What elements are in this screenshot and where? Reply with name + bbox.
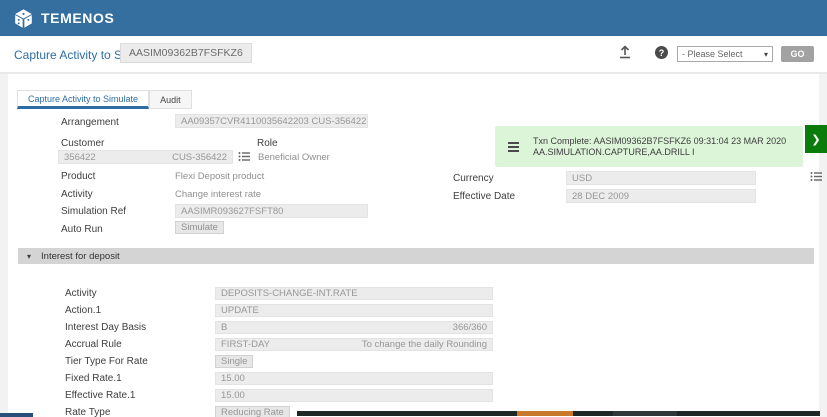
collapse-caret-icon: ▾ [27,252,31,261]
toast-line1: Txn Complete: AASIM09362B7FSFKZ6 09:31:0… [533,136,786,147]
help-icon[interactable]: ? [655,46,668,59]
context-select-value: - Please Select [682,49,743,59]
field-label: Fixed Rate.1 [65,373,122,384]
role-value: Beneficial Owner [258,152,330,163]
currency-lookup-list-icon[interactable] [810,171,822,182]
field-input[interactable]: 15.00 [215,389,493,402]
brand-name: TEMENOS [41,10,114,26]
background-window-strip [297,411,820,416]
effective-date-field[interactable]: 28 DEC 2009 [566,189,756,203]
field-value: B [221,322,227,333]
field-input[interactable]: UPDATE [215,304,493,317]
record-id-badge: AASIM09362B7FSFKZ6 [120,43,252,63]
simulation-ref-field[interactable]: AASIMR093627FSFT80 [175,204,368,218]
currency-value: USD [572,173,592,184]
field-value: 15.00 [221,373,245,384]
brand: TEMENOS [13,8,114,29]
field-value: UPDATE [221,305,259,316]
field-label: Action.1 [65,305,101,316]
field-input[interactable]: FIRST-DAY To change the daily Rounding [215,338,493,351]
activity-label: Activity [61,189,93,200]
upload-icon[interactable] [618,45,632,59]
context-select[interactable]: - Please Select ▾ [677,46,773,62]
field-label: Interest Day Basis [65,322,146,333]
auto-run-chip[interactable]: Simulate [175,221,224,234]
field-input[interactable]: DEPOSITS-CHANGE-INT.RATE [215,287,493,300]
currency-field[interactable]: USD [566,171,756,185]
effective-date-label: Effective Date [453,191,515,202]
go-button[interactable]: GO [781,46,814,62]
role-label: Role [257,138,278,149]
field-label: Accrual Rule [65,339,122,350]
customer-value: 356422 [64,152,96,163]
field-chip[interactable]: Reducing Rate [215,406,290,417]
field-label: Effective Rate.1 [65,390,135,401]
field-row-activity: Activity DEPOSITS-CHANGE-INT.RATE [0,287,827,300]
tab-audit[interactable]: Audit [149,90,192,109]
menu-bars-icon [508,140,519,154]
field-label: Activity [65,288,97,299]
field-row-fixed-rate: Fixed Rate.1 15.00 [0,372,827,385]
field-extra: 366/360 [453,322,487,333]
customer-field[interactable]: 356422 CUS-356422 [58,150,233,164]
field-row-effective-rate: Effective Rate.1 15.00 [0,389,827,402]
currency-label: Currency [453,173,494,184]
field-value: FIRST-DAY [221,339,270,350]
toolbar-separator [0,72,827,74]
auto-run-label: Auto Run [61,224,103,235]
background-window-strip-orange [517,411,573,416]
field-value: Single [221,356,247,367]
field-input[interactable]: 15.00 [215,372,493,385]
customer-lookup-list-icon[interactable] [238,151,250,162]
field-row-tier-type: Tier Type For Rate Single [0,355,827,368]
field-label: Tier Type For Rate [65,356,148,367]
app-window: TEMENOS Capture Activity to Simulate AAS… [0,0,827,417]
product-value: Flexi Deposit product [175,171,264,182]
simulation-ref-value: AASIMR093627FSFT80 [181,206,283,217]
arrangement-label: Arrangement [61,117,119,128]
section-title: Interest for deposit [41,251,120,262]
field-extra: To change the daily Rounding [362,339,487,350]
field-row-accrual-rule: Accrual Rule FIRST-DAY To change the dai… [0,338,827,351]
txn-complete-toast: Txn Complete: AASIM09362B7FSFKZ6 09:31:0… [495,126,803,167]
product-label: Product [61,171,95,182]
section-interest-for-deposit[interactable]: ▾ Interest for deposit [18,248,814,264]
field-row-interest-day-basis: Interest Day Basis B 366/360 [0,321,827,334]
arrangement-value: AA09357CVR41 [181,116,251,127]
field-value: DEPOSITS-CHANGE-INT.RATE [221,288,358,299]
field-input[interactable]: B 366/360 [215,321,493,334]
simulation-ref-label: Simulation Ref [61,206,126,217]
temenos-logo-icon [13,8,34,29]
field-value: Reducing Rate [221,407,284,417]
toast-line2: AA.SIMULATION.CAPTURE,AA.DRILL I [533,147,786,158]
field-chip[interactable]: Single [215,355,253,368]
tab-bar: Capture Activity to Simulate Audit [17,90,192,109]
field-row-action1: Action.1 UPDATE [0,304,827,317]
customer-enrichment: CUS-356422 [172,152,227,163]
field-value: 15.00 [221,390,245,401]
background-window-strip-blue [0,413,33,417]
arrangement-field[interactable]: AA09357CVR41 10035642203 CUS-356422 [175,114,368,128]
app-header: TEMENOS [0,0,827,36]
arrangement-enrichment: 10035642203 CUS-356422 [251,116,367,127]
effective-date-value: 28 DEC 2009 [572,191,629,202]
tab-capture-activity[interactable]: Capture Activity to Simulate [17,90,149,109]
customer-label: Customer [61,138,104,149]
section-rows: Activity DEPOSITS-CHANGE-INT.RATE Action… [0,287,827,417]
background-window-strip-alt [613,411,677,416]
activity-value: Change interest rate [175,189,261,200]
field-label: Rate Type [65,407,110,417]
toast-next-button[interactable]: ❯ [805,125,827,153]
chevron-down-icon: ▾ [764,50,768,59]
chevron-right-icon: ❯ [811,133,820,146]
